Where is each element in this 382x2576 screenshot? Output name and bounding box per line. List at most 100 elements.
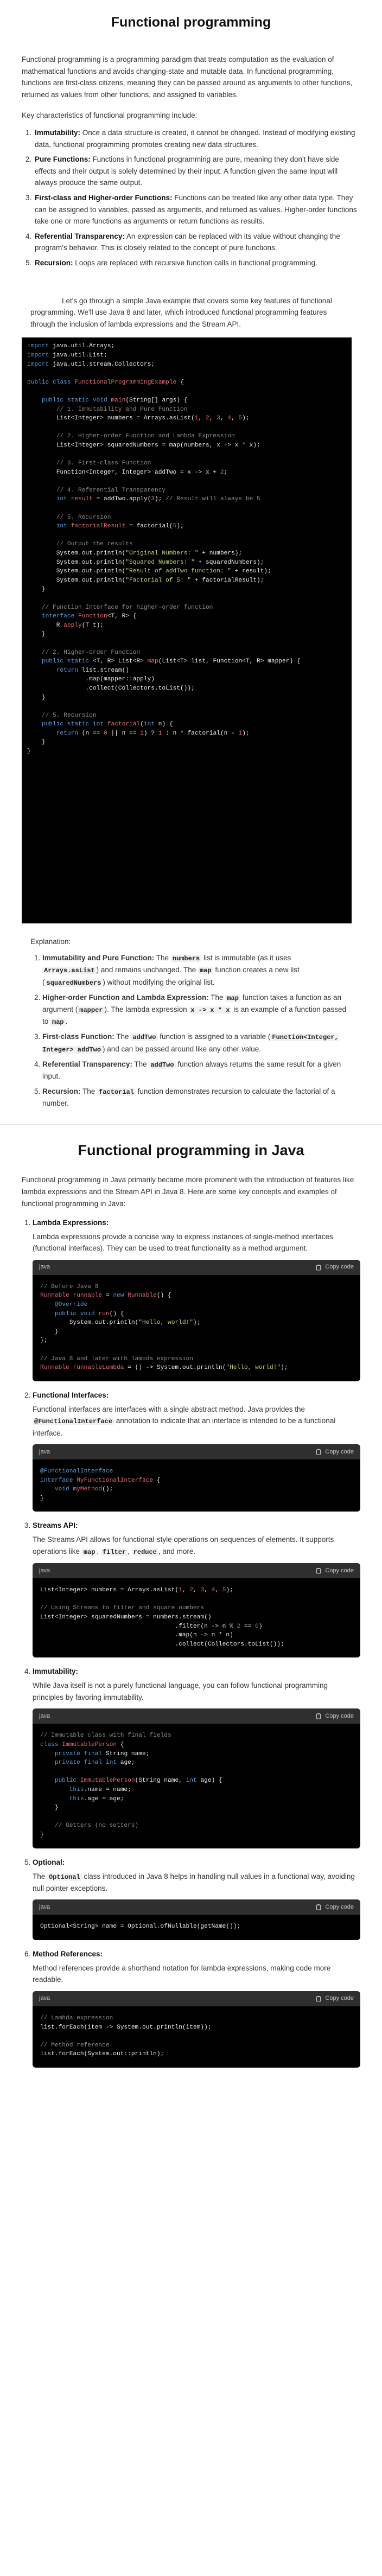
inline-code: factorial	[97, 1088, 136, 1096]
text: The	[33, 1872, 48, 1880]
text: The	[132, 1060, 149, 1068]
copy-code-button[interactable]: Copy code	[315, 1712, 354, 1721]
copy-label: Copy code	[325, 1995, 354, 2002]
explanation-section: Explanation: Immutability and Pure Funct…	[0, 923, 382, 1109]
text: function is assigned to a variable (	[157, 1032, 271, 1041]
code-language: java	[39, 1264, 50, 1271]
code-language: java	[39, 1712, 50, 1719]
characteristic-term: Referential Transparency:	[35, 232, 125, 240]
clipboard-icon	[316, 1264, 321, 1271]
clipboard-icon	[316, 1995, 321, 2002]
code-content[interactable]: // Lambda expression list.forEach(item -…	[33, 2006, 360, 2068]
copy-label: Copy code	[325, 1903, 354, 1910]
code-language: java	[39, 1995, 50, 2002]
text: ) without modifying the original list.	[103, 978, 215, 986]
concept-item-immutability: Immutability: While Java itself is not a…	[33, 1666, 360, 1848]
text: The	[208, 993, 226, 1002]
concept-item-lambda: Lambda Expressions: Lambda expressions p…	[33, 1217, 360, 1381]
copy-code-button[interactable]: Copy code	[315, 1994, 354, 2003]
inline-code: @FunctionalInterface	[33, 1418, 114, 1426]
inline-code: squaredNumbers	[44, 979, 103, 987]
code-block-main-example[interactable]: import java.util.Arrays; import java.uti…	[22, 337, 352, 924]
text: ). The lambda expression	[104, 1005, 189, 1014]
explanation-term: Referential Transparency:	[42, 1060, 132, 1068]
characteristic-term: Pure Functions:	[35, 155, 91, 164]
copy-label: Copy code	[325, 1448, 354, 1455]
concept-term: Functional Interfaces:	[33, 1391, 109, 1399]
text: The	[154, 954, 171, 962]
copy-code-button[interactable]: Copy code	[315, 1263, 354, 1272]
concept-description: The Optional class introduced in Java 8 …	[33, 1871, 360, 1895]
code-header: java Copy code	[33, 1563, 360, 1579]
characteristic-item: Referential Transparency: An expression …	[34, 231, 360, 254]
clipboard-icon	[316, 1568, 321, 1574]
copy-code-button[interactable]: Copy code	[315, 1448, 354, 1457]
explanation-term: Immutability and Pure Function:	[42, 954, 155, 962]
concept-description: While Java itself is not a purely functi…	[33, 1681, 328, 1701]
text: .	[65, 1017, 68, 1026]
concept-description: The Streams API allows for functional-st…	[33, 1534, 360, 1558]
code-header: java Copy code	[33, 1991, 360, 2006]
inline-code: reduce	[131, 1548, 158, 1556]
code-header: java Copy code	[33, 1259, 360, 1275]
inline-code: Optional	[47, 1873, 82, 1881]
characteristic-item: First-class and Higher-order Functions: …	[34, 192, 360, 227]
characteristic-item: Immutability: Once a data structure is c…	[34, 127, 360, 150]
text: ) and remains unchanged. The	[96, 966, 198, 974]
text: list is immutable (as it uses	[201, 954, 291, 962]
concept-term: Immutability:	[33, 1667, 79, 1676]
section2-intro: Functional programming in Java primarily…	[22, 1176, 354, 1208]
code-language: java	[39, 1903, 50, 1910]
text: The	[114, 1032, 131, 1041]
code-content[interactable]: @FunctionalInterface interface MyFunctio…	[33, 1459, 360, 1512]
code-content[interactable]: // Before Java 8 Runnable runnable = new…	[33, 1275, 360, 1381]
inline-code: map	[225, 994, 240, 1002]
copy-code-button[interactable]: Copy code	[315, 1566, 354, 1576]
inline-code: x -> x * x	[189, 1006, 232, 1015]
characteristic-item: Recursion: Loops are replaced with recur…	[34, 257, 360, 269]
concept-description: Method references provide a shorthand no…	[33, 1963, 331, 1984]
clipboard-icon	[316, 1449, 321, 1455]
example-intro-text: Let's go through a simple Java example t…	[30, 296, 332, 328]
inline-code: filter	[100, 1548, 128, 1556]
code-block: java Copy code // Before Java 8 Runnable…	[33, 1259, 360, 1381]
explanation-item: Referential Transparency: The addTwo fun…	[42, 1059, 349, 1082]
code-header: java Copy code	[33, 1708, 360, 1724]
inline-code: mapper	[78, 1006, 105, 1015]
concept-term: Lambda Expressions:	[33, 1218, 109, 1227]
copy-label: Copy code	[325, 1264, 354, 1271]
inline-code: numbers	[170, 955, 202, 963]
text: The	[80, 1087, 98, 1095]
concept-description: Lambda expressions provide a concise way…	[33, 1232, 333, 1253]
text: Functional interfaces are interfaces wit…	[33, 1405, 305, 1413]
concepts-list: Lambda Expressions: Lambda expressions p…	[22, 1217, 360, 2068]
page: Functional programming Functional progra…	[0, 0, 382, 2098]
code-content[interactable]: Optional<String> name = Optional.ofNulla…	[33, 1915, 360, 1940]
characteristic-text: Once a data structure is created, it can…	[35, 129, 355, 149]
code-block: java Copy code List<Integer> numbers = A…	[33, 1563, 360, 1658]
inline-code: addTwo	[131, 1034, 158, 1042]
code-language: java	[39, 1567, 50, 1574]
copy-label: Copy code	[325, 1712, 354, 1719]
explanation-term: Recursion:	[42, 1087, 81, 1095]
clipboard-icon	[316, 1904, 321, 1910]
explanation-item: Recursion: The factorial function demons…	[42, 1086, 349, 1110]
characteristic-term: Recursion:	[35, 258, 73, 267]
concept-term: Optional:	[33, 1858, 65, 1866]
code-header: java Copy code	[33, 1444, 360, 1460]
code-content[interactable]: List<Integer> numbers = Arrays.asList(1,…	[33, 1578, 360, 1657]
concept-term: Method References:	[33, 1949, 103, 1958]
copy-code-button[interactable]: Copy code	[315, 1903, 354, 1912]
inline-code: Arrays.asList	[42, 967, 97, 975]
explanation-term: Higher-order Function and Lambda Express…	[42, 993, 209, 1002]
example-intro: Let's go through a simple Java example t…	[0, 282, 382, 330]
inline-code: map	[81, 1548, 97, 1556]
concept-item-method-references: Method References: Method references pro…	[33, 1949, 360, 2068]
explanation-item: First-class Function: The addTwo functio…	[42, 1031, 349, 1055]
inline-code: map	[50, 1018, 66, 1026]
characteristic-text: Loops are replaced with recursive functi…	[73, 258, 317, 267]
concept-item-optional: Optional: The Optional class introduced …	[33, 1857, 360, 1940]
text: ,	[128, 1547, 132, 1555]
explanation-label: Explanation:	[30, 938, 71, 946]
code-content[interactable]: // Immutable class with final fields cla…	[33, 1724, 360, 1848]
